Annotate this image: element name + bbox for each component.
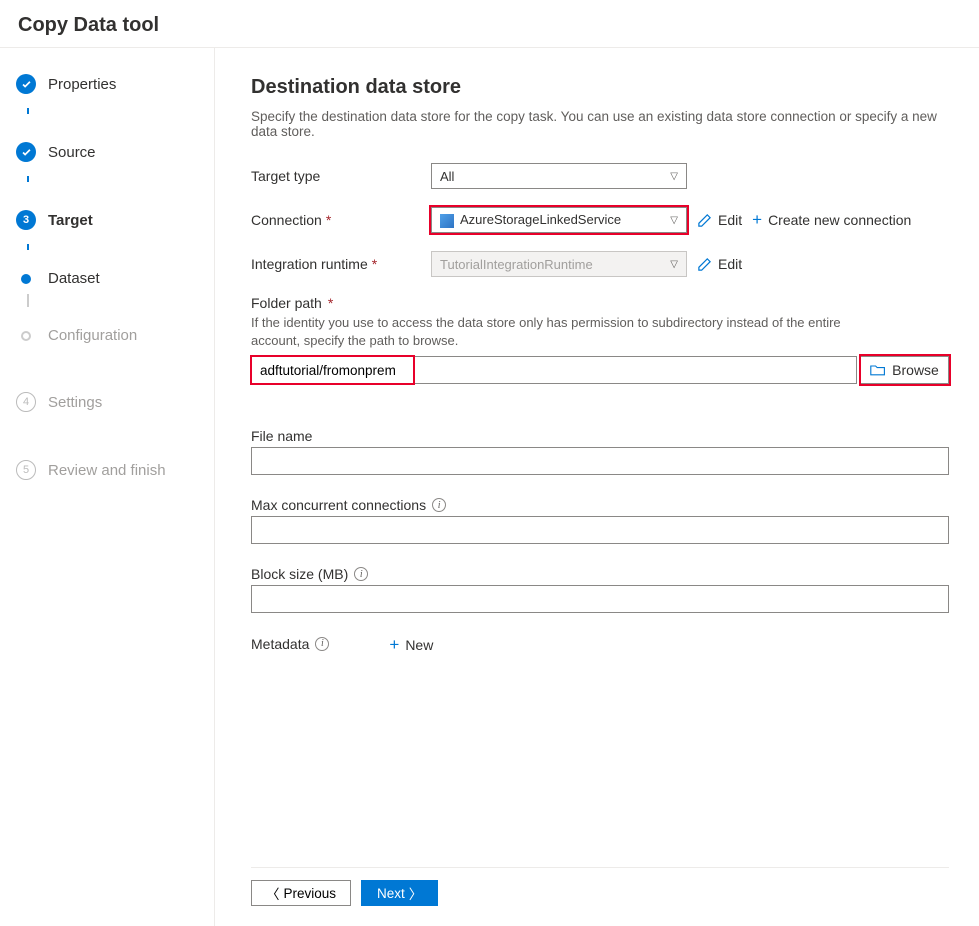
step-configuration[interactable]: Configuration	[0, 321, 214, 350]
step-number-icon: 5	[16, 460, 36, 480]
step-label: Source	[48, 144, 96, 161]
file-name-input[interactable]	[251, 447, 949, 475]
previous-button[interactable]: 〈 Previous	[251, 880, 351, 906]
chevron-left-icon: 〈	[266, 883, 280, 903]
wizard-sidebar: Properties Source 3 Target Dataset	[0, 48, 215, 926]
select-value: TutorialIntegrationRuntime	[440, 257, 593, 272]
browse-button[interactable]: Browse	[861, 356, 949, 384]
check-icon	[16, 74, 36, 94]
page-title: Destination data store	[251, 76, 949, 99]
edit-connection-button[interactable]: Edit	[697, 212, 742, 228]
folder-path-desc: If the identity you use to access the da…	[251, 314, 891, 350]
dot-icon	[21, 274, 31, 284]
step-settings[interactable]: 4 Settings	[0, 386, 214, 418]
wizard-footer: 〈 Previous Next 〉	[251, 867, 949, 906]
check-icon	[16, 142, 36, 162]
edit-runtime-button[interactable]: Edit	[697, 256, 742, 272]
step-dataset[interactable]: Dataset	[0, 264, 214, 293]
plus-icon: +	[389, 635, 399, 655]
folder-path-input[interactable]	[251, 356, 857, 384]
select-value: All	[440, 169, 454, 184]
runtime-label: Integration runtime*	[251, 256, 421, 272]
page-subtitle: Specify the destination data store for t…	[251, 109, 949, 139]
next-button[interactable]: Next 〉	[361, 880, 438, 906]
main-content: Destination data store Specify the desti…	[215, 48, 979, 926]
chevron-right-icon: 〉	[409, 883, 423, 903]
info-icon[interactable]: i	[354, 567, 368, 581]
step-label: Configuration	[48, 327, 137, 344]
page-header: Copy Data tool	[0, 0, 979, 47]
pencil-icon	[697, 213, 712, 228]
create-new-connection-button[interactable]: + Create new connection	[752, 210, 911, 230]
runtime-select[interactable]: TutorialIntegrationRuntime ▽	[431, 251, 687, 277]
pencil-icon	[697, 257, 712, 272]
step-review[interactable]: 5 Review and finish	[0, 454, 214, 486]
folder-icon	[870, 363, 886, 377]
step-label: Review and finish	[48, 462, 166, 479]
max-connections-label: Max concurrent connections i	[251, 497, 949, 513]
step-label: Target	[48, 212, 93, 229]
plus-icon: +	[752, 210, 762, 230]
step-number-icon: 3	[16, 210, 36, 230]
connection-select[interactable]: AzureStorageLinkedService ▽	[431, 207, 687, 233]
step-source[interactable]: Source	[0, 136, 214, 168]
max-connections-input[interactable]	[251, 516, 949, 544]
target-type-label: Target type	[251, 168, 421, 184]
step-label: Properties	[48, 76, 116, 93]
dot-icon	[21, 331, 31, 341]
connection-label: Connection*	[251, 212, 421, 228]
step-target[interactable]: 3 Target	[0, 204, 214, 236]
new-metadata-button[interactable]: + New	[389, 635, 433, 655]
target-type-select[interactable]: All ▽	[431, 163, 687, 189]
step-label: Dataset	[48, 270, 100, 287]
metadata-label: Metadata i	[251, 636, 329, 652]
info-icon[interactable]: i	[432, 498, 446, 512]
chevron-down-icon: ▽	[670, 259, 678, 270]
folder-path-label: Folder path*	[251, 295, 949, 311]
storage-service-icon	[440, 214, 454, 228]
chevron-down-icon: ▽	[670, 171, 678, 182]
step-number-icon: 4	[16, 392, 36, 412]
block-size-label: Block size (MB) i	[251, 566, 949, 582]
info-icon[interactable]: i	[315, 637, 329, 651]
step-properties[interactable]: Properties	[0, 68, 214, 100]
chevron-down-icon: ▽	[670, 215, 678, 226]
select-value: AzureStorageLinkedService	[460, 212, 621, 227]
file-name-label: File name	[251, 428, 949, 444]
block-size-input[interactable]	[251, 585, 949, 613]
step-label: Settings	[48, 394, 102, 411]
